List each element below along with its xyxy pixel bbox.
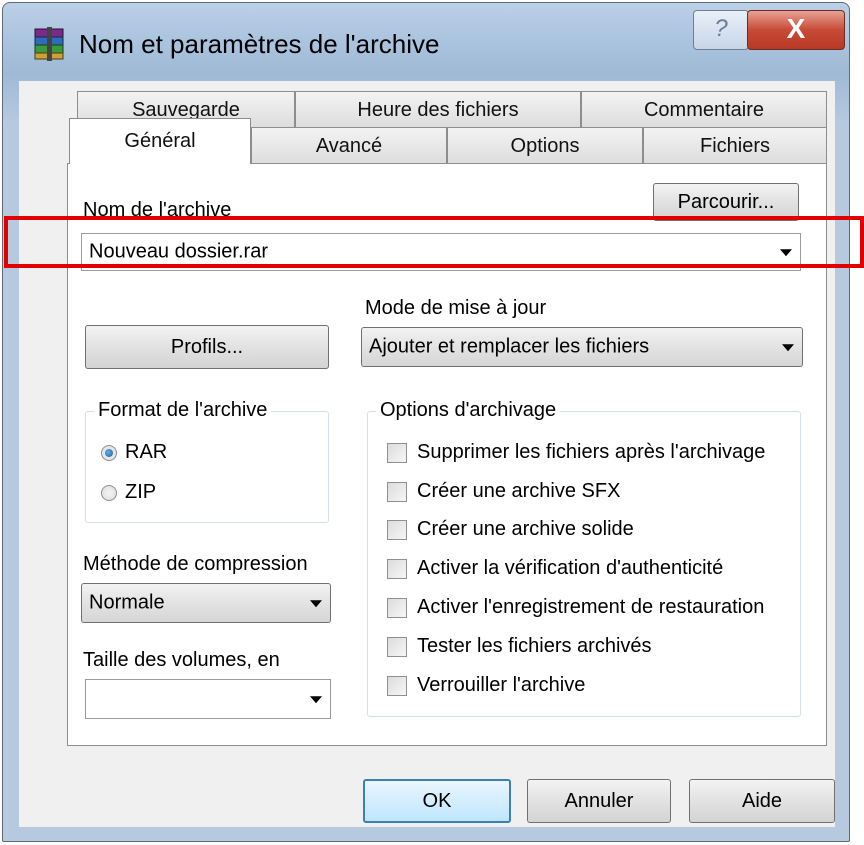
zip-radio[interactable] bbox=[101, 485, 117, 501]
close-button[interactable]: X bbox=[747, 10, 845, 50]
dropdown-arrow-icon[interactable] bbox=[310, 600, 322, 608]
volume-size-combobox[interactable] bbox=[85, 679, 331, 719]
rar-radio-label[interactable]: RAR bbox=[125, 441, 167, 464]
highlight-box bbox=[4, 216, 864, 268]
dropdown-arrow-icon[interactable] bbox=[310, 696, 322, 704]
option-label-authenticity[interactable]: Activer la vérification d'authenticité bbox=[417, 557, 723, 580]
tab-general[interactable]: Général bbox=[69, 118, 251, 164]
update-mode-label: Mode de mise à jour bbox=[365, 297, 547, 319]
option-label-delete[interactable]: Supprimer les fichiers après l'archivage bbox=[417, 441, 765, 464]
update-mode-value: Ajouter et remplacer les fichiers bbox=[369, 335, 650, 358]
option-checkbox-solid[interactable] bbox=[387, 520, 407, 540]
zip-radio-label[interactable]: ZIP bbox=[125, 481, 156, 504]
volume-size-label: Taille des volumes, en bbox=[83, 649, 280, 671]
help-button[interactable]: Aide bbox=[689, 779, 835, 823]
option-checkbox-delete[interactable] bbox=[387, 443, 407, 463]
update-mode-select[interactable]: Ajouter et remplacer les fichiers bbox=[361, 327, 803, 367]
dialog-window: Nom et paramètres de l'archive ? X Sauve… bbox=[2, 2, 850, 842]
compression-method-label: Méthode de compression bbox=[83, 553, 308, 575]
tab-heure-des-fichiers[interactable]: Heure des fichiers bbox=[295, 91, 581, 129]
option-checkbox-recovery[interactable] bbox=[387, 598, 407, 618]
help-title-button[interactable]: ? bbox=[693, 10, 749, 50]
archive-format-group: Format de l'archive bbox=[85, 399, 329, 523]
archiving-options-legend: Options d'archivage bbox=[376, 399, 561, 422]
winrar-books-icon bbox=[33, 27, 65, 61]
tab-avance[interactable]: Avancé bbox=[251, 127, 447, 165]
option-checkbox-test[interactable] bbox=[387, 637, 407, 657]
ok-button[interactable]: OK bbox=[363, 779, 511, 823]
option-label-solid[interactable]: Créer une archive solide bbox=[417, 518, 634, 541]
profiles-button[interactable]: Profils... bbox=[85, 325, 329, 369]
option-label-test[interactable]: Tester les fichiers archivés bbox=[417, 635, 652, 658]
option-label-sfx[interactable]: Créer une archive SFX bbox=[417, 480, 620, 503]
compression-method-select[interactable]: Normale bbox=[81, 583, 331, 623]
dropdown-arrow-icon[interactable] bbox=[782, 344, 794, 352]
option-label-lock[interactable]: Verrouiller l'archive bbox=[417, 674, 585, 697]
tab-fichiers[interactable]: Fichiers bbox=[643, 127, 827, 165]
tab-commentaire[interactable]: Commentaire bbox=[581, 91, 827, 129]
title-bar: Nom et paramètres de l'archive ? X bbox=[3, 3, 849, 81]
compression-method-value: Normale bbox=[89, 591, 165, 614]
window-title: Nom et paramètres de l'archive bbox=[79, 29, 440, 59]
option-checkbox-sfx[interactable] bbox=[387, 482, 407, 502]
tab-options[interactable]: Options bbox=[447, 127, 643, 165]
archive-format-legend: Format de l'archive bbox=[94, 399, 272, 422]
cancel-button[interactable]: Annuler bbox=[527, 779, 671, 823]
option-label-recovery[interactable]: Activer l'enregistrement de restauration bbox=[417, 596, 764, 619]
rar-radio[interactable] bbox=[101, 445, 117, 461]
option-checkbox-lock[interactable] bbox=[387, 676, 407, 696]
option-checkbox-authenticity[interactable] bbox=[387, 559, 407, 579]
